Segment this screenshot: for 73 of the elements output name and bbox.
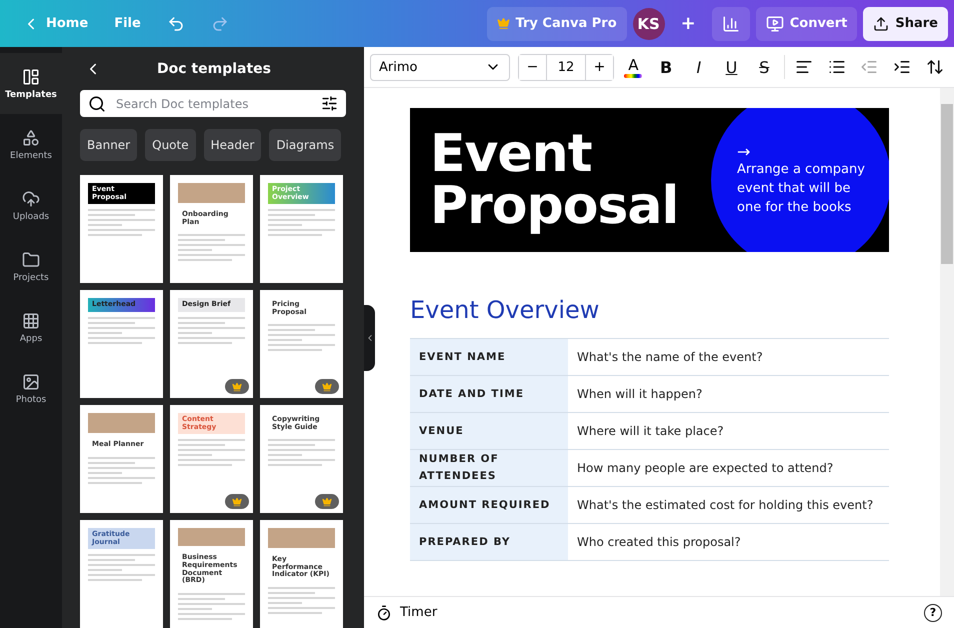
filter-chip[interactable]: Banner (80, 129, 138, 161)
sidebar-tab[interactable]: Projects (0, 236, 62, 297)
cloud-upload-icon (22, 190, 40, 208)
undo-icon (166, 14, 185, 32)
sidebar-tab[interactable]: Uploads (0, 175, 62, 236)
crown-icon (232, 382, 242, 392)
value-cell-text: How many people are expected to attend? (576, 460, 834, 477)
insights-button[interactable] (712, 6, 750, 40)
crown-icon (232, 496, 242, 506)
label-cell: AMOUNT REQUIRED (410, 487, 568, 523)
image-icon (22, 372, 40, 390)
sidebar-tab[interactable]: Templates (0, 53, 62, 114)
add-button[interactable]: + (670, 6, 706, 40)
value-cell-text: Who created this proposal? (576, 534, 742, 551)
photo-placeholder (268, 528, 335, 548)
italic-button[interactable]: I (685, 53, 712, 81)
photo-placeholder (178, 183, 245, 203)
timer-button[interactable]: Timer (376, 604, 438, 620)
layout-icon (22, 68, 40, 86)
value-cell-text: What's the name of the event? (576, 349, 764, 366)
document-title: Event Proposal (429, 128, 678, 232)
value-cell-text: When will it happen? (576, 386, 704, 403)
label-cell: NUMBER OF ATTENDEES (410, 450, 568, 486)
collapse-handle[interactable] (364, 304, 375, 370)
crown-icon (496, 17, 510, 30)
bullet-list-icon (828, 58, 846, 76)
filter-chip[interactable]: Diagrams (269, 129, 342, 161)
photo-placeholder (88, 413, 155, 433)
search-bar[interactable]: Search Doc templates (80, 90, 346, 117)
section-heading: Event Overview (410, 296, 600, 324)
share-icon (873, 16, 890, 32)
presentation-icon (766, 14, 784, 32)
search-icon (88, 94, 106, 113)
folder-icon (22, 250, 40, 268)
tagline-text: Arrange a company event that will be one for the books (737, 161, 866, 217)
label-cell: DATE AND TIME (410, 376, 568, 412)
font-dropdown[interactable]: Arimo (370, 54, 510, 80)
crown-icon (322, 382, 332, 392)
try-pro-button[interactable]: Try Canva Pro (486, 6, 627, 40)
bar-chart-icon (722, 14, 740, 32)
label-cell: VENUE (410, 413, 568, 449)
filter-chip[interactable]: Quote (145, 129, 196, 161)
label-cell: PREPARED BY (410, 524, 568, 560)
share-button[interactable]: Share (863, 6, 948, 40)
sidebar-tab[interactable]: Apps (0, 297, 62, 358)
shapes-icon (22, 128, 40, 146)
font-size-control[interactable]: − 12 + (518, 54, 614, 80)
label-cell: EVENT NAME (410, 339, 568, 375)
text-color-button[interactable]: A (620, 53, 647, 81)
redo-icon (210, 14, 229, 32)
bold-button[interactable]: B (652, 53, 680, 81)
value-cell-text: Where will it take place? (576, 423, 725, 440)
photo-placeholder (178, 528, 245, 546)
panel-title: Doc templates (156, 60, 272, 77)
scrollbar[interactable] (940, 88, 954, 596)
grid-icon (22, 312, 40, 330)
filter-chip[interactable]: Header (204, 129, 262, 161)
arrow-glyph: → (737, 142, 752, 162)
crown-icon (322, 496, 332, 506)
underline-button[interactable]: U (718, 53, 745, 81)
help-button[interactable]: ? (924, 604, 942, 622)
align-left-icon (794, 58, 813, 76)
user-avatar[interactable]: KS (632, 8, 665, 40)
convert-button[interactable]: Convert (756, 6, 858, 40)
strikethrough-button[interactable]: S (750, 53, 778, 81)
indent-icon (892, 58, 911, 76)
sidebar-tab[interactable]: Photos (0, 358, 62, 419)
outdent-icon (860, 58, 878, 76)
up-down-arrow-icon (926, 58, 944, 76)
value-cell-text: What's the estimated cost for holding this event? (576, 497, 874, 514)
stopwatch-icon (376, 604, 392, 620)
sidebar-tab[interactable]: Elements (0, 114, 62, 175)
filter-icon[interactable] (321, 95, 338, 112)
